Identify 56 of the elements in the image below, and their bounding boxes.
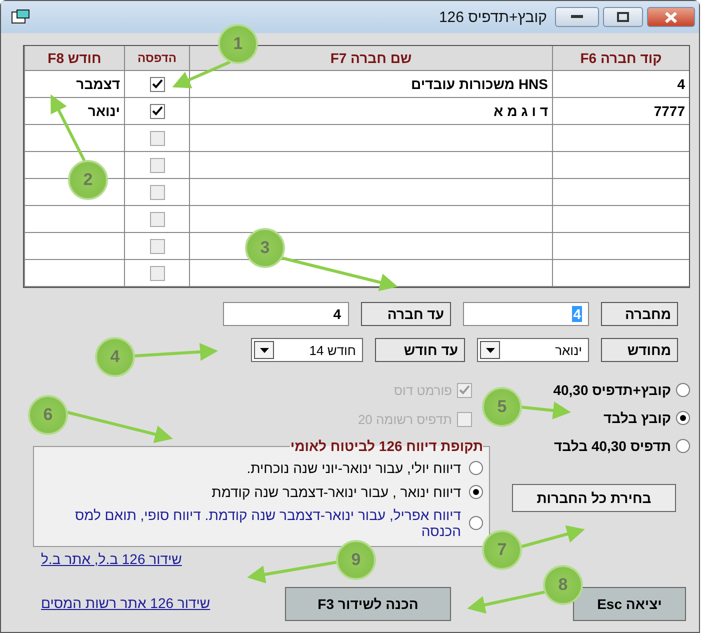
column-header: קוד חברה F6 [552,46,689,71]
checkbox[interactable] [150,76,164,92]
arrow [520,525,585,548]
select-all-button[interactable]: בחירת כל החברות [512,484,676,512]
minimize-button[interactable] [555,7,599,27]
field-label: מחברה [601,302,678,326]
column-header: חודש F8 [24,46,124,71]
column-header: הדפסה [124,46,189,71]
input-field[interactable]: 4 [223,302,349,326]
arrow [50,94,86,163]
table-cell: HNS משכורות עובדים [189,71,552,98]
window-title: קובץ+תדפיס 126 [438,8,547,26]
option-label: קובץ+תדפיס 40,30 [553,382,671,398]
option-label: דיווח יולי, עבור ינואר-יוני שנה נוכחית. [246,460,461,476]
table-cell: ד ו ג מ א [189,98,552,125]
radio-button[interactable] [676,383,690,397]
close-button[interactable] [647,7,695,27]
table-cell: 7777 [552,98,689,125]
radio-button[interactable] [676,411,690,425]
link[interactable]: שידור 126 אתר רשות המסים [41,595,210,611]
option-label: תדפיס 40,30 בלבד [554,438,671,454]
maximize-button[interactable] [603,7,643,27]
maximize-icon [617,12,629,22]
table-cell: ינואר [24,98,124,125]
app-icon [11,9,31,25]
radio-button[interactable] [469,516,483,530]
radio-button[interactable] [469,485,483,499]
radio-dot-icon [473,489,479,495]
checkbox[interactable] [150,238,164,254]
option-label: דיווח ינואר , עבור ינואר-דצמבר שנה קודמת [212,484,461,500]
field-label: עד חברה [361,302,451,326]
dropdown[interactable]: ינואר [477,338,589,362]
checkbox[interactable] [150,104,164,118]
option-label: דיווח אפריל, עבור ינואר-דצמבר שנה קודמת. דיווח סופי, תואם למס הכנסה [74,507,461,539]
link[interactable]: שידור 126 ב.ל, אתר ב.ל [41,551,182,567]
group-title: תקופת דיווח 126 לביטוח לאומי [290,438,483,454]
arrow [520,402,571,420]
radio-dot-icon [680,415,686,421]
prepare-button[interactable]: הכנה לשידור F3 [285,587,451,621]
arrow [172,60,231,88]
table-cell: דצמבר [24,71,124,98]
radio-button[interactable] [469,461,483,475]
table-cell: 4 [552,71,689,98]
exit-button[interactable]: יציאה Esc [573,587,686,621]
checkbox[interactable] [150,266,164,280]
close-icon [665,12,677,22]
dropdown[interactable]: חודש 14 [251,338,363,362]
checkbox[interactable] [150,130,164,146]
field-label: עד חודש [375,338,465,362]
checkbox[interactable] [150,212,164,226]
minimize-icon [571,15,583,19]
checkbox[interactable] [150,184,164,200]
radio-button[interactable] [676,439,690,453]
option-label: קובץ בלבד [604,410,671,426]
field-label: מחודש [601,338,678,362]
checkbox[interactable] [150,158,164,172]
